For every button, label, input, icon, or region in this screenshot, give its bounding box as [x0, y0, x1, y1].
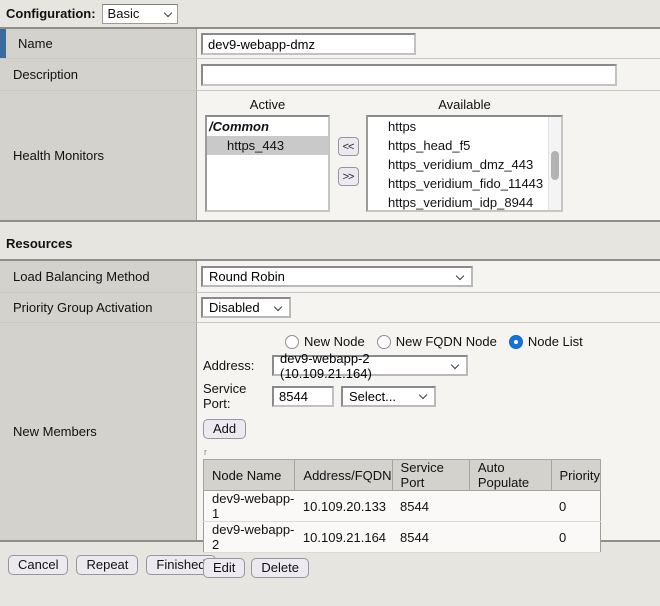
- member-row[interactable]: dev9-webapp-1 10.109.20.133 8544 0: [204, 491, 601, 522]
- node-list-radio-label: Node List: [528, 334, 583, 349]
- name-input-value: dev9-webapp-dmz: [208, 37, 315, 52]
- cancel-button[interactable]: Cancel: [8, 555, 68, 575]
- move-to-available-button[interactable]: >>: [338, 167, 359, 186]
- member-service-port: 8544: [392, 491, 469, 522]
- new-members-row: New Members New Node New FQDN Node Node …: [0, 323, 660, 540]
- monitor-move-controls: << >>: [330, 95, 366, 212]
- scrollbar-thumb[interactable]: [551, 151, 559, 180]
- name-label: Name: [0, 29, 197, 58]
- member-address: 10.109.21.164: [295, 522, 392, 553]
- health-monitors-row: Health Monitors Active /Common https_443…: [0, 91, 660, 220]
- new-node-radio[interactable]: [285, 335, 299, 349]
- col-service-port: Service Port: [392, 460, 469, 491]
- available-header: Available: [366, 95, 563, 115]
- chevron-down-icon: [274, 304, 282, 312]
- move-to-active-button[interactable]: <<: [338, 137, 359, 156]
- resources-section-title: Resources: [0, 222, 660, 259]
- pool-configuration-page: Configuration: Basic Name dev9-webapp-dm…: [0, 0, 660, 606]
- member-auto-populate: [469, 491, 551, 522]
- service-port-row: Service Port: 8544 Select...: [200, 381, 660, 411]
- priority-group-select[interactable]: Disabled: [201, 297, 291, 318]
- priority-group-row: Priority Group Activation Disabled: [0, 293, 660, 323]
- new-fqdn-node-radio[interactable]: [377, 335, 391, 349]
- members-table-header-row: Node Name Address/FQDN Service Port Auto…: [204, 460, 601, 491]
- edit-button[interactable]: Edit: [203, 558, 245, 578]
- members-table: Node Name Address/FQDN Service Port Auto…: [203, 459, 601, 553]
- load-balancing-row: Load Balancing Method Round Robin: [0, 261, 660, 293]
- service-port-input-value: 8544: [279, 389, 308, 404]
- service-port-input[interactable]: 8544: [272, 386, 334, 407]
- new-fqdn-node-radio-label: New FQDN Node: [396, 334, 497, 349]
- available-monitor-item[interactable]: https: [368, 117, 561, 136]
- repeat-button[interactable]: Repeat: [76, 555, 138, 575]
- address-label: Address:: [200, 358, 272, 373]
- member-priority: 0: [551, 491, 600, 522]
- port-name-select-value: Select...: [349, 389, 396, 404]
- member-node-name: dev9-webapp-1: [204, 491, 295, 522]
- chevron-down-icon: [451, 362, 459, 370]
- name-input[interactable]: dev9-webapp-dmz: [201, 33, 416, 55]
- chevron-down-icon: [456, 273, 464, 281]
- priority-group-label: Priority Group Activation: [0, 293, 197, 322]
- address-select[interactable]: dev9-webapp-2 (10.109.21.164): [272, 355, 468, 376]
- available-monitor-item[interactable]: https_veridium_idp_8944: [368, 193, 561, 212]
- name-row: Name dev9-webapp-dmz: [0, 29, 660, 59]
- available-monitors-column: Available https https_head_f5 https_veri…: [366, 95, 563, 212]
- scrollbar[interactable]: [548, 117, 561, 210]
- member-auto-populate: [469, 522, 551, 553]
- col-auto-populate: Auto Populate: [469, 460, 551, 491]
- description-label: Description: [0, 59, 197, 90]
- configuration-bar: Configuration: Basic: [0, 0, 660, 27]
- chevron-down-icon: [164, 10, 172, 18]
- member-priority: 0: [551, 522, 600, 553]
- address-row: Address: dev9-webapp-2 (10.109.21.164): [200, 355, 660, 376]
- required-indicator: [0, 29, 6, 58]
- available-monitor-item[interactable]: https_head_f5: [368, 136, 561, 155]
- port-name-select[interactable]: Select...: [341, 386, 436, 407]
- configuration-label: Configuration:: [6, 6, 96, 21]
- resources-table: Load Balancing Method Round Robin Priori…: [0, 259, 660, 542]
- description-row: Description: [0, 59, 660, 91]
- available-monitors-list[interactable]: https https_head_f5 https_veridium_dmz_4…: [366, 115, 563, 212]
- address-select-value: dev9-webapp-2 (10.109.21.164): [280, 351, 445, 381]
- configuration-select[interactable]: Basic: [102, 4, 178, 24]
- add-button[interactable]: Add: [203, 419, 246, 439]
- new-members-label: New Members: [0, 323, 197, 540]
- member-row[interactable]: dev9-webapp-2 10.109.21.164 8544 0: [204, 522, 601, 553]
- member-address: 10.109.20.133: [295, 491, 392, 522]
- configuration-select-value: Basic: [108, 6, 140, 21]
- delete-button[interactable]: Delete: [251, 558, 309, 578]
- table-corner-mark: r: [204, 447, 660, 457]
- health-monitors-label: Health Monitors: [0, 91, 197, 220]
- general-properties-table: Name dev9-webapp-dmz Description Health …: [0, 27, 660, 222]
- col-node-name: Node Name: [204, 460, 295, 491]
- active-header: Active: [205, 95, 330, 115]
- node-type-radio-group: New Node New FQDN Node Node List: [285, 333, 660, 350]
- available-monitor-item[interactable]: https_veridium_dmz_443: [368, 155, 561, 174]
- active-monitors-column: Active /Common https_443: [205, 95, 330, 212]
- active-monitors-list[interactable]: /Common https_443: [205, 115, 330, 212]
- priority-group-select-value: Disabled: [209, 300, 260, 315]
- col-priority: Priority: [551, 460, 600, 491]
- service-port-label: Service Port:: [200, 381, 272, 411]
- member-actions: Edit Delete: [203, 558, 660, 578]
- load-balancing-label: Load Balancing Method: [0, 261, 197, 292]
- load-balancing-select[interactable]: Round Robin: [201, 266, 473, 287]
- chevron-down-icon: [419, 392, 427, 400]
- node-list-radio[interactable]: [509, 335, 523, 349]
- description-input[interactable]: [201, 64, 617, 86]
- active-monitor-item[interactable]: https_443: [207, 136, 328, 155]
- load-balancing-select-value: Round Robin: [209, 269, 285, 284]
- member-node-name: dev9-webapp-2: [204, 522, 295, 553]
- partition-group-label: /Common: [207, 117, 328, 136]
- new-node-radio-label: New Node: [304, 334, 365, 349]
- col-address-fqdn: Address/FQDN: [295, 460, 392, 491]
- available-monitor-item[interactable]: https_veridium_fido_11443: [368, 174, 561, 193]
- member-service-port: 8544: [392, 522, 469, 553]
